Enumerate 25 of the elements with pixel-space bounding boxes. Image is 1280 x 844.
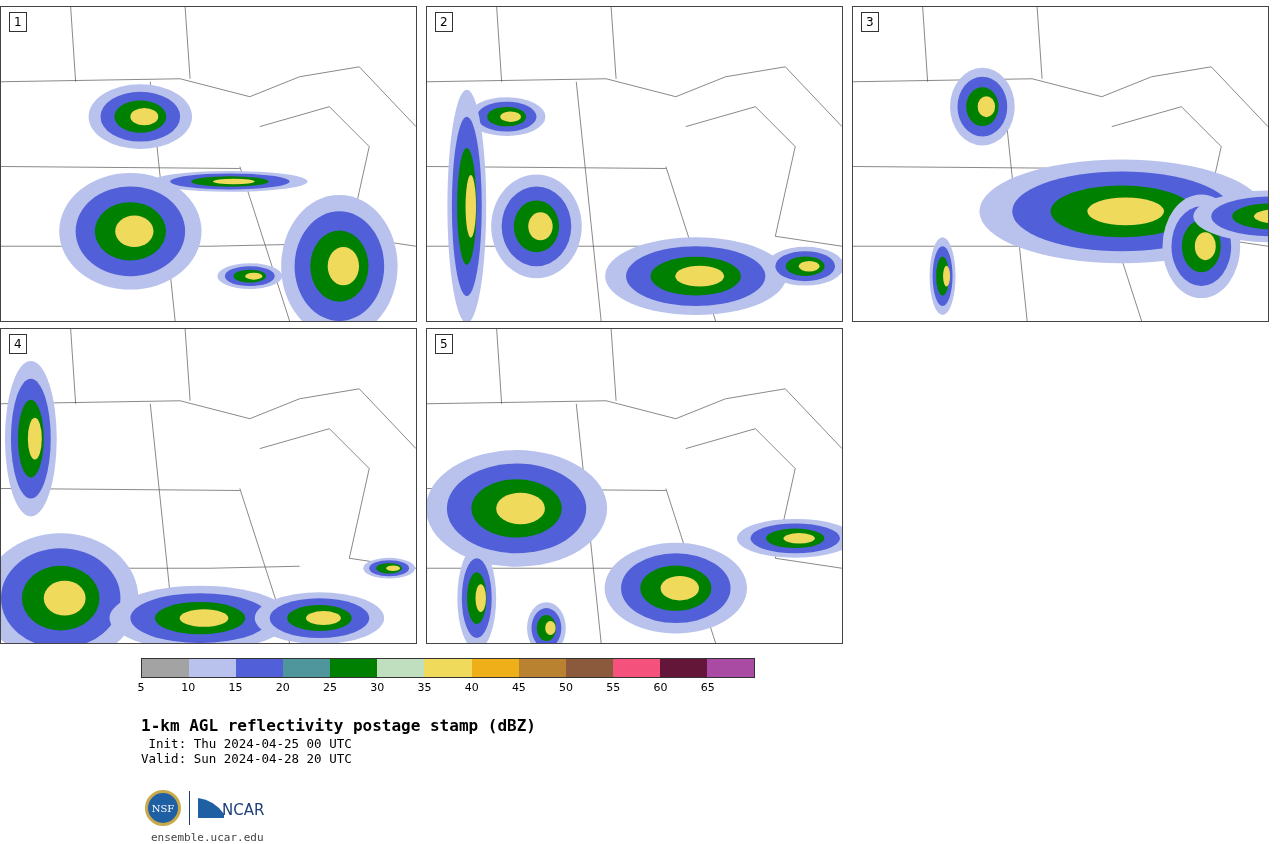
panel-number: 1 [9, 12, 27, 32]
tick-label: 50 [559, 682, 574, 694]
tick-label: 45 [511, 682, 526, 694]
tick-label: 25 [322, 682, 337, 694]
tick-label: 55 [606, 682, 621, 694]
tick-label: 5 [137, 682, 145, 694]
ncar-logo: NCAR [198, 798, 265, 818]
tick-label: 60 [653, 682, 668, 694]
tick-label: 35 [417, 682, 432, 694]
valid-time: Valid: Sun 2024-04-28 20 UTC [141, 751, 353, 766]
panel-number: 4 [9, 334, 27, 354]
chart-title: 1-km AGL reflectivity postage stamp (dBZ) [141, 716, 537, 736]
tick-label: 65 [700, 682, 715, 694]
panel-number: 5 [435, 334, 453, 354]
website-url: ensemble.ucar.edu [150, 830, 265, 844]
tick-label: 10 [181, 682, 196, 694]
swoosh-icon [198, 798, 224, 818]
tick-label: 40 [464, 682, 479, 694]
panel-number: 3 [861, 12, 879, 32]
init-time: Init: Thu 2024-04-25 00 UTC [147, 736, 353, 751]
tick-label: 20 [275, 682, 290, 694]
tick-label: 15 [228, 682, 243, 694]
panel-number: 2 [435, 12, 453, 32]
tick-label: 30 [370, 682, 385, 694]
nsf-logo: NSF [145, 790, 181, 826]
